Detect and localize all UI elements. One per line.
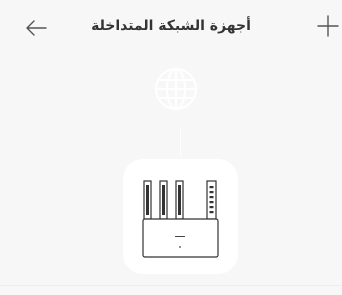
globe-icon	[155, 68, 197, 110]
router-icon	[142, 180, 219, 258]
page-title: أجهزة الشبكة المتداخلة	[91, 18, 251, 34]
mesh-devices-screen: أجهزة الشبكة المتداخلة	[0, 0, 342, 295]
connection-line	[180, 128, 181, 156]
divider	[0, 285, 342, 286]
add-device-button[interactable]	[316, 14, 342, 40]
header-bar: أجهزة الشبكة المتداخلة	[0, 0, 342, 50]
plus-icon	[317, 15, 339, 37]
router-card[interactable]	[123, 159, 238, 274]
